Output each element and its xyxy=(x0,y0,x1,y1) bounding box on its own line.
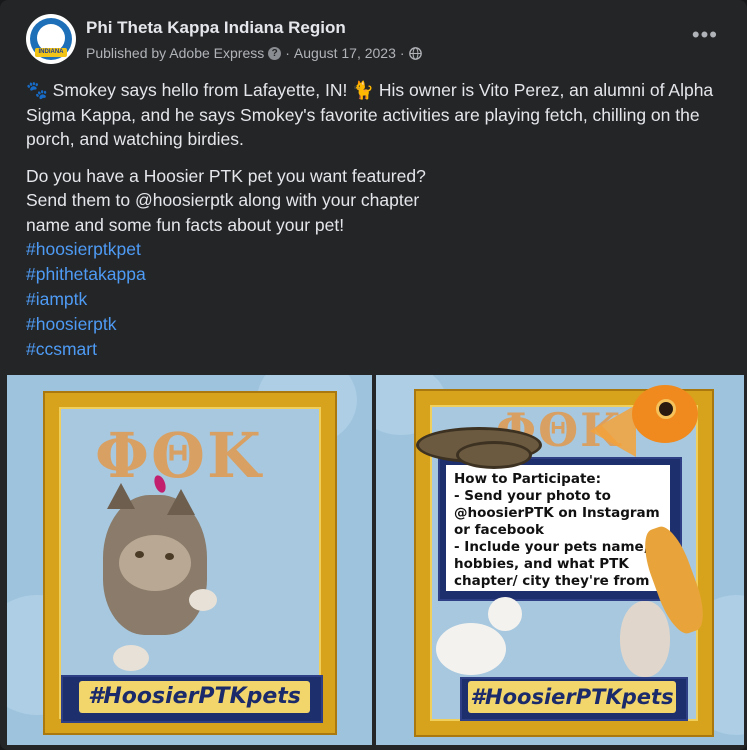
post-text: 🐾 Smokey says hello from Lafayette, IN! … xyxy=(26,78,716,362)
fish-eye xyxy=(656,399,676,419)
hamster-illustration xyxy=(620,601,670,677)
post-header: INDIANA Phi Theta Kappa Indiana Region P… xyxy=(26,12,726,68)
hashtag-link[interactable]: #ccsmart xyxy=(26,337,716,362)
howto-line: chapter/ city they're from xyxy=(454,573,650,589)
paragraph-2-line-2: Send them to @hoosierptk along with your… xyxy=(26,190,420,210)
cat-eye xyxy=(135,551,144,558)
post-paragraph-2: Do you have a Hoosier PTK pet you want f… xyxy=(26,164,716,238)
cat-ear xyxy=(167,489,195,515)
cat-paw xyxy=(189,589,217,611)
more-options-button[interactable]: ••• xyxy=(692,24,718,46)
howto-line: hobbies, and what PTK xyxy=(454,556,629,572)
banner-hashtag-text: #HoosierPTKpets xyxy=(79,681,310,713)
hashtag-link[interactable]: #hoosierptk xyxy=(26,312,716,337)
howto-line: @hoosierPTK on Instagram xyxy=(454,505,660,521)
post-image-cat[interactable]: ΦΘΚ #HoosierPTKpets xyxy=(7,375,372,745)
howto-line: How to Participate: xyxy=(454,471,601,487)
hashtag-link[interactable]: #phithetakappa xyxy=(26,262,716,287)
snake-coil xyxy=(456,441,532,469)
published-by-text: Published by Adobe Express xyxy=(86,45,265,61)
hashtag-link[interactable]: #iamptk xyxy=(26,287,716,312)
post-date-link[interactable]: August 17, 2023 xyxy=(294,45,396,61)
avatar-label: INDIANA xyxy=(35,48,67,57)
howto-line: - Include your pets name, xyxy=(454,539,649,555)
page-avatar[interactable]: INDIANA xyxy=(26,14,76,64)
cockatoo-illustration xyxy=(436,623,506,675)
banner-hashtag-text: #HoosierPTKpets xyxy=(468,681,676,713)
paragraph-2-line-3: name and some fun facts about your pet! xyxy=(26,214,345,235)
hashtag-link[interactable]: #hoosierptkpet xyxy=(26,237,716,262)
post-image-grid: ΦΘΚ #HoosierPTKpets ΦΘΚ How to Participa… xyxy=(7,375,744,745)
hashtag-list: #hoosierptkpet #phithetakappa #iamptk #h… xyxy=(26,237,716,362)
cockatoo-head xyxy=(488,597,522,631)
page-name-link[interactable]: Phi Theta Kappa Indiana Region xyxy=(86,18,346,38)
ptk-logo: ΦΘΚ xyxy=(95,419,263,492)
post-paragraph-1: 🐾 Smokey says hello from Lafayette, IN! … xyxy=(26,80,714,149)
cat-eye xyxy=(165,553,174,560)
help-icon[interactable]: ? xyxy=(268,46,282,60)
cat-paw xyxy=(113,645,149,671)
cat-ear xyxy=(107,483,135,509)
post-card: INDIANA Phi Theta Kappa Indiana Region P… xyxy=(0,0,747,750)
post-meta: Published by Adobe Express ? · August 17… xyxy=(86,45,422,61)
meta-separator: · xyxy=(285,45,290,61)
cat-face xyxy=(119,535,191,591)
fish-tail xyxy=(590,405,636,457)
howto-panel: How to Participate: - Send your photo to… xyxy=(446,465,670,591)
howto-line: or facebook xyxy=(454,522,544,538)
paragraph-2-line-1: Do you have a Hoosier PTK pet you want f… xyxy=(26,165,426,186)
globe-icon[interactable] xyxy=(408,46,422,60)
post-image-howto[interactable]: ΦΘΚ How to Participate: - Send your phot… xyxy=(376,375,744,745)
meta-separator-2: · xyxy=(399,45,405,61)
howto-line: - Send your photo to xyxy=(454,488,611,504)
